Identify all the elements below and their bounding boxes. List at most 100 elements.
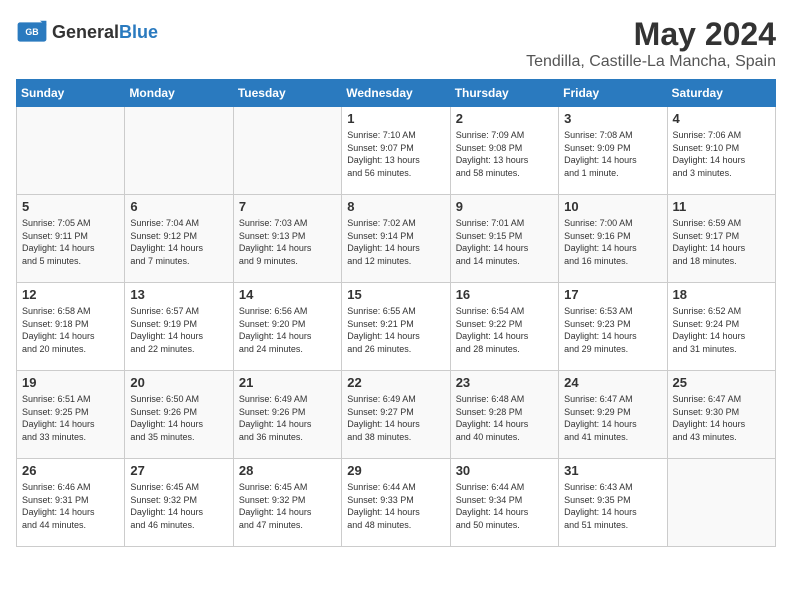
day-number: 14 (239, 287, 336, 302)
calendar-cell: 10 Sunrise: 7:00 AM Sunset: 9:16 PM Dayli… (559, 195, 667, 283)
day-info: Sunrise: 7:06 AM Sunset: 9:10 PM Dayligh… (673, 129, 770, 179)
day-number: 23 (456, 375, 553, 390)
logo-text: GeneralBlue (52, 22, 158, 43)
day-number: 9 (456, 199, 553, 214)
day-number: 5 (22, 199, 119, 214)
day-number: 11 (673, 199, 770, 214)
weekday-header-sunday: Sunday (17, 80, 125, 107)
day-info: Sunrise: 6:46 AM Sunset: 9:31 PM Dayligh… (22, 481, 119, 531)
day-number: 3 (564, 111, 661, 126)
day-number: 13 (130, 287, 227, 302)
calendar-cell: 23 Sunrise: 6:48 AM Sunset: 9:28 PM Dayli… (450, 371, 558, 459)
calendar-cell: 21Sunrise: 6:49 AM Sunset: 9:26 PM Dayli… (233, 371, 341, 459)
day-info: Sunrise: 6:45 AM Sunset: 9:32 PM Dayligh… (130, 481, 227, 531)
day-info: Sunrise: 7:00 AM Sunset: 9:16 PM Dayligh… (564, 217, 661, 267)
calendar-cell (17, 107, 125, 195)
weekday-header-row: SundayMondayTuesdayWednesdayThursdayFrid… (17, 80, 776, 107)
calendar-cell: 14 Sunrise: 6:56 AM Sunset: 9:20 PM Dayli… (233, 283, 341, 371)
page-header: GB GeneralBlue May 2024 Tendilla, Castil… (16, 16, 776, 71)
svg-text:GB: GB (25, 27, 38, 37)
calendar-cell: 30Sunrise: 6:44 AM Sunset: 9:34 PM Dayli… (450, 459, 558, 547)
calendar-week-row: 5 Sunrise: 7:05 AM Sunset: 9:11 PM Daylig… (17, 195, 776, 283)
day-info: Sunrise: 7:04 AM Sunset: 9:12 PM Dayligh… (130, 217, 227, 267)
day-info: Sunrise: 6:56 AM Sunset: 9:20 PM Dayligh… (239, 305, 336, 355)
calendar-cell: 2 Sunrise: 7:09 AM Sunset: 9:08 PM Daylig… (450, 107, 558, 195)
day-info: Sunrise: 6:54 AM Sunset: 9:22 PM Dayligh… (456, 305, 553, 355)
day-info: Sunrise: 6:57 AM Sunset: 9:19 PM Dayligh… (130, 305, 227, 355)
calendar-cell: 29Sunrise: 6:44 AM Sunset: 9:33 PM Dayli… (342, 459, 450, 547)
logo-blue: Blue (119, 22, 158, 42)
day-info: Sunrise: 6:59 AM Sunset: 9:17 PM Dayligh… (673, 217, 770, 267)
calendar-cell: 8 Sunrise: 7:02 AM Sunset: 9:14 PM Daylig… (342, 195, 450, 283)
day-info: Sunrise: 7:09 AM Sunset: 9:08 PM Dayligh… (456, 129, 553, 179)
weekday-header-saturday: Saturday (667, 80, 775, 107)
weekday-header-tuesday: Tuesday (233, 80, 341, 107)
day-info: Sunrise: 6:45 AM Sunset: 9:32 PM Dayligh… (239, 481, 336, 531)
calendar-cell: 5 Sunrise: 7:05 AM Sunset: 9:11 PM Daylig… (17, 195, 125, 283)
weekday-header-monday: Monday (125, 80, 233, 107)
day-number: 30 (456, 463, 553, 478)
calendar-week-row: 12 Sunrise: 6:58 AM Sunset: 9:18 PM Dayli… (17, 283, 776, 371)
calendar-cell: 20 Sunrise: 6:50 AM Sunset: 9:26 PM Dayli… (125, 371, 233, 459)
day-info: Sunrise: 7:08 AM Sunset: 9:09 PM Dayligh… (564, 129, 661, 179)
calendar-cell: 9Sunrise: 7:01 AM Sunset: 9:15 PM Daylig… (450, 195, 558, 283)
day-number: 16 (456, 287, 553, 302)
calendar-cell: 22Sunrise: 6:49 AM Sunset: 9:27 PM Dayli… (342, 371, 450, 459)
calendar-cell: 15 Sunrise: 6:55 AM Sunset: 9:21 PM Dayli… (342, 283, 450, 371)
calendar-cell: 12 Sunrise: 6:58 AM Sunset: 9:18 PM Dayli… (17, 283, 125, 371)
calendar-cell: 18Sunrise: 6:52 AM Sunset: 9:24 PM Dayli… (667, 283, 775, 371)
day-number: 20 (130, 375, 227, 390)
calendar-cell: 1 Sunrise: 7:10 AM Sunset: 9:07 PM Daylig… (342, 107, 450, 195)
calendar-cell: 26 Sunrise: 6:46 AM Sunset: 9:31 PM Dayli… (17, 459, 125, 547)
day-number: 6 (130, 199, 227, 214)
day-info: Sunrise: 6:50 AM Sunset: 9:26 PM Dayligh… (130, 393, 227, 443)
calendar-week-row: 26 Sunrise: 6:46 AM Sunset: 9:31 PM Dayli… (17, 459, 776, 547)
day-number: 24 (564, 375, 661, 390)
calendar-cell: 6 Sunrise: 7:04 AM Sunset: 9:12 PM Daylig… (125, 195, 233, 283)
calendar-cell: 3 Sunrise: 7:08 AM Sunset: 9:09 PM Daylig… (559, 107, 667, 195)
calendar-cell: 28 Sunrise: 6:45 AM Sunset: 9:32 PM Dayli… (233, 459, 341, 547)
day-info: Sunrise: 6:48 AM Sunset: 9:28 PM Dayligh… (456, 393, 553, 443)
calendar-cell: 31Sunrise: 6:43 AM Sunset: 9:35 PM Dayli… (559, 459, 667, 547)
logo-general: General (52, 22, 119, 42)
calendar-cell: 27 Sunrise: 6:45 AM Sunset: 9:32 PM Dayli… (125, 459, 233, 547)
day-info: Sunrise: 6:55 AM Sunset: 9:21 PM Dayligh… (347, 305, 444, 355)
day-number: 7 (239, 199, 336, 214)
day-info: Sunrise: 6:47 AM Sunset: 9:29 PM Dayligh… (564, 393, 661, 443)
day-number: 27 (130, 463, 227, 478)
calendar-week-row: 1 Sunrise: 7:10 AM Sunset: 9:07 PM Daylig… (17, 107, 776, 195)
calendar-cell: 11 Sunrise: 6:59 AM Sunset: 9:17 PM Dayli… (667, 195, 775, 283)
calendar-cell: 19Sunrise: 6:51 AM Sunset: 9:25 PM Dayli… (17, 371, 125, 459)
logo-icon: GB (16, 16, 48, 48)
day-number: 29 (347, 463, 444, 478)
month-title: May 2024 (526, 16, 776, 53)
calendar-cell: 13 Sunrise: 6:57 AM Sunset: 9:19 PM Dayli… (125, 283, 233, 371)
day-number: 1 (347, 111, 444, 126)
day-info: Sunrise: 6:58 AM Sunset: 9:18 PM Dayligh… (22, 305, 119, 355)
day-info: Sunrise: 6:51 AM Sunset: 9:25 PM Dayligh… (22, 393, 119, 443)
day-number: 12 (22, 287, 119, 302)
day-info: Sunrise: 6:47 AM Sunset: 9:30 PM Dayligh… (673, 393, 770, 443)
day-number: 26 (22, 463, 119, 478)
day-number: 25 (673, 375, 770, 390)
day-number: 17 (564, 287, 661, 302)
calendar-cell (233, 107, 341, 195)
calendar-week-row: 19Sunrise: 6:51 AM Sunset: 9:25 PM Dayli… (17, 371, 776, 459)
weekday-header-friday: Friday (559, 80, 667, 107)
logo: GB GeneralBlue (16, 16, 158, 48)
calendar-cell: 24 Sunrise: 6:47 AM Sunset: 9:29 PM Dayli… (559, 371, 667, 459)
day-info: Sunrise: 7:03 AM Sunset: 9:13 PM Dayligh… (239, 217, 336, 267)
weekday-header-wednesday: Wednesday (342, 80, 450, 107)
day-number: 10 (564, 199, 661, 214)
day-number: 15 (347, 287, 444, 302)
day-info: Sunrise: 7:02 AM Sunset: 9:14 PM Dayligh… (347, 217, 444, 267)
day-number: 8 (347, 199, 444, 214)
day-number: 2 (456, 111, 553, 126)
day-info: Sunrise: 6:49 AM Sunset: 9:26 PM Dayligh… (239, 393, 336, 443)
day-number: 28 (239, 463, 336, 478)
weekday-header-thursday: Thursday (450, 80, 558, 107)
calendar-cell: 4 Sunrise: 7:06 AM Sunset: 9:10 PM Daylig… (667, 107, 775, 195)
day-info: Sunrise: 7:10 AM Sunset: 9:07 PM Dayligh… (347, 129, 444, 179)
day-number: 4 (673, 111, 770, 126)
day-info: Sunrise: 7:05 AM Sunset: 9:11 PM Dayligh… (22, 217, 119, 267)
